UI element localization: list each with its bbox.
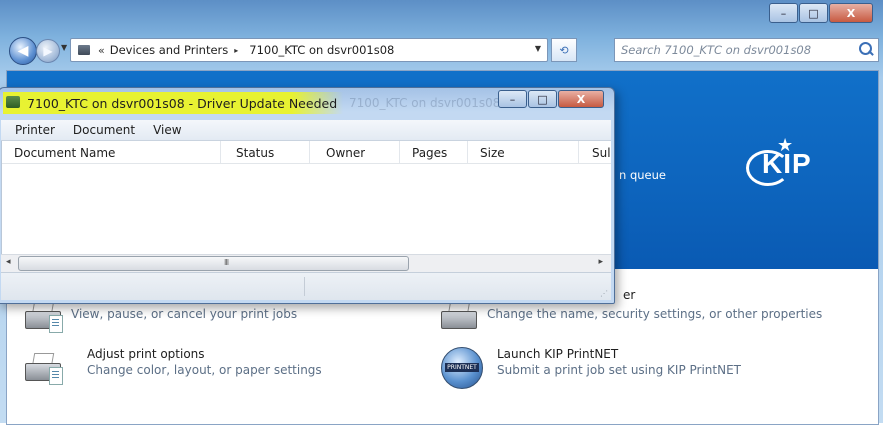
scrollbar-grip-icon: III	[224, 258, 229, 267]
queue-title-bar[interactable]: 7100_KTC on dsvr001s08 - Driver Update N…	[0, 88, 614, 118]
refresh-button[interactable]: ⟲	[551, 38, 577, 62]
task-title: Launch KIP PrintNET	[497, 347, 619, 361]
queue-window-title: 7100_KTC on dsvr001s08 - Driver Update N…	[27, 96, 338, 111]
queue-close-button[interactable]: X	[558, 90, 604, 108]
printer-icon	[23, 301, 67, 333]
task-launch-kip-printnet[interactable]: PRINTNET Launch KIP PrintNET Submit a pr…	[441, 345, 861, 391]
explorer-caption-buttons: – □ X	[768, 3, 873, 23]
kip-star-icon: ★	[777, 135, 794, 156]
column-owner[interactable]: Owner	[326, 146, 365, 160]
back-button[interactable]: ◀	[9, 37, 37, 65]
task-subtitle: Change the name, security settings, or o…	[487, 307, 823, 321]
resize-grip-icon[interactable]: ⋰	[600, 289, 608, 298]
printer-pen-icon	[439, 301, 483, 331]
search-input[interactable]: Search 7100_KTC on dsvr001s08	[614, 38, 879, 62]
printnet-globe-icon: PRINTNET	[441, 347, 483, 389]
address-overflow-icon[interactable]: «	[98, 44, 105, 57]
queue-menu-bar: Printer Document View	[1, 120, 611, 141]
menu-document[interactable]: Document	[63, 123, 143, 137]
breadcrumb-printer[interactable]: 7100_KTC on dsvr001s08	[249, 43, 394, 57]
printer-queue-icon	[6, 96, 20, 108]
column-pages[interactable]: Pages	[412, 146, 447, 160]
menu-view[interactable]: View	[143, 123, 189, 137]
queue-status-bar: ⋰	[1, 272, 611, 300]
task-title: Adjust print options	[87, 347, 205, 361]
column-size[interactable]: Size	[480, 146, 505, 160]
column-document-name[interactable]: Document Name	[14, 146, 115, 160]
printer-folder-icon	[78, 45, 90, 55]
print-queue-window[interactable]: 7100_KTC on dsvr001s08 - Driver Update N…	[0, 87, 615, 304]
task-title: er	[623, 288, 636, 302]
menu-printer[interactable]: Printer	[1, 123, 63, 137]
address-dropdown-icon[interactable]: ▼	[535, 44, 541, 53]
status-divider	[304, 277, 305, 296]
forward-button[interactable]: ▶	[36, 39, 60, 63]
search-placeholder: Search 7100_KTC on dsvr001s08	[621, 43, 812, 57]
scroll-right-icon[interactable]: ▸	[598, 257, 603, 267]
explorer-close-button[interactable]: X	[829, 3, 873, 23]
task-subtitle: View, pause, or cancel your print jobs	[71, 307, 298, 321]
queue-maximize-button[interactable]: □	[528, 90, 557, 108]
printer-options-icon	[23, 353, 67, 385]
breadcrumb-devices-and-printers[interactable]: Devices and Printers	[110, 43, 229, 57]
recent-pages-dropdown[interactable]: ▼	[61, 43, 67, 52]
navigation-bar: ◀ ▶ ▼ « Devices and Printers ▸ 7100_KTC …	[6, 36, 879, 65]
queue-caption-buttons: – □ X	[497, 90, 604, 108]
banner-queue-text: n queue	[619, 168, 666, 182]
horizontal-scrollbar[interactable]: ◂ III ▸	[1, 254, 611, 272]
breadcrumb-separator-icon[interactable]: ▸	[234, 46, 238, 55]
back-arrow-icon: ◀	[17, 43, 29, 59]
refresh-icon: ⟲	[559, 43, 569, 57]
explorer-maximize-button[interactable]: □	[799, 3, 828, 23]
task-adjust-print-options[interactable]: Adjust print options Change color, layou…	[23, 345, 423, 391]
job-list[interactable]: Document Name Status Owner Pages Size Su…	[1, 141, 611, 254]
task-subtitle: Change color, layout, or paper settings	[87, 363, 322, 377]
queue-minimize-button[interactable]: –	[498, 90, 527, 108]
column-status[interactable]: Status	[236, 146, 274, 160]
scrollbar-thumb[interactable]: III	[18, 256, 409, 271]
forward-arrow-icon: ▶	[43, 44, 53, 58]
printnet-icon-label: PRINTNET	[445, 363, 479, 372]
scroll-left-icon[interactable]: ◂	[6, 257, 11, 267]
job-list-header: Document Name Status Owner Pages Size Su…	[2, 141, 611, 164]
ghost-title-text: 7100_KTC on dsvr001s08	[349, 96, 501, 110]
search-icon[interactable]	[859, 42, 872, 55]
column-submitted[interactable]: Sul	[592, 146, 611, 160]
task-subtitle: Submit a print job set using KIP PrintNE…	[497, 363, 742, 377]
address-bar[interactable]: « Devices and Printers ▸ 7100_KTC on dsv…	[70, 38, 548, 62]
explorer-minimize-button[interactable]: –	[769, 3, 798, 23]
